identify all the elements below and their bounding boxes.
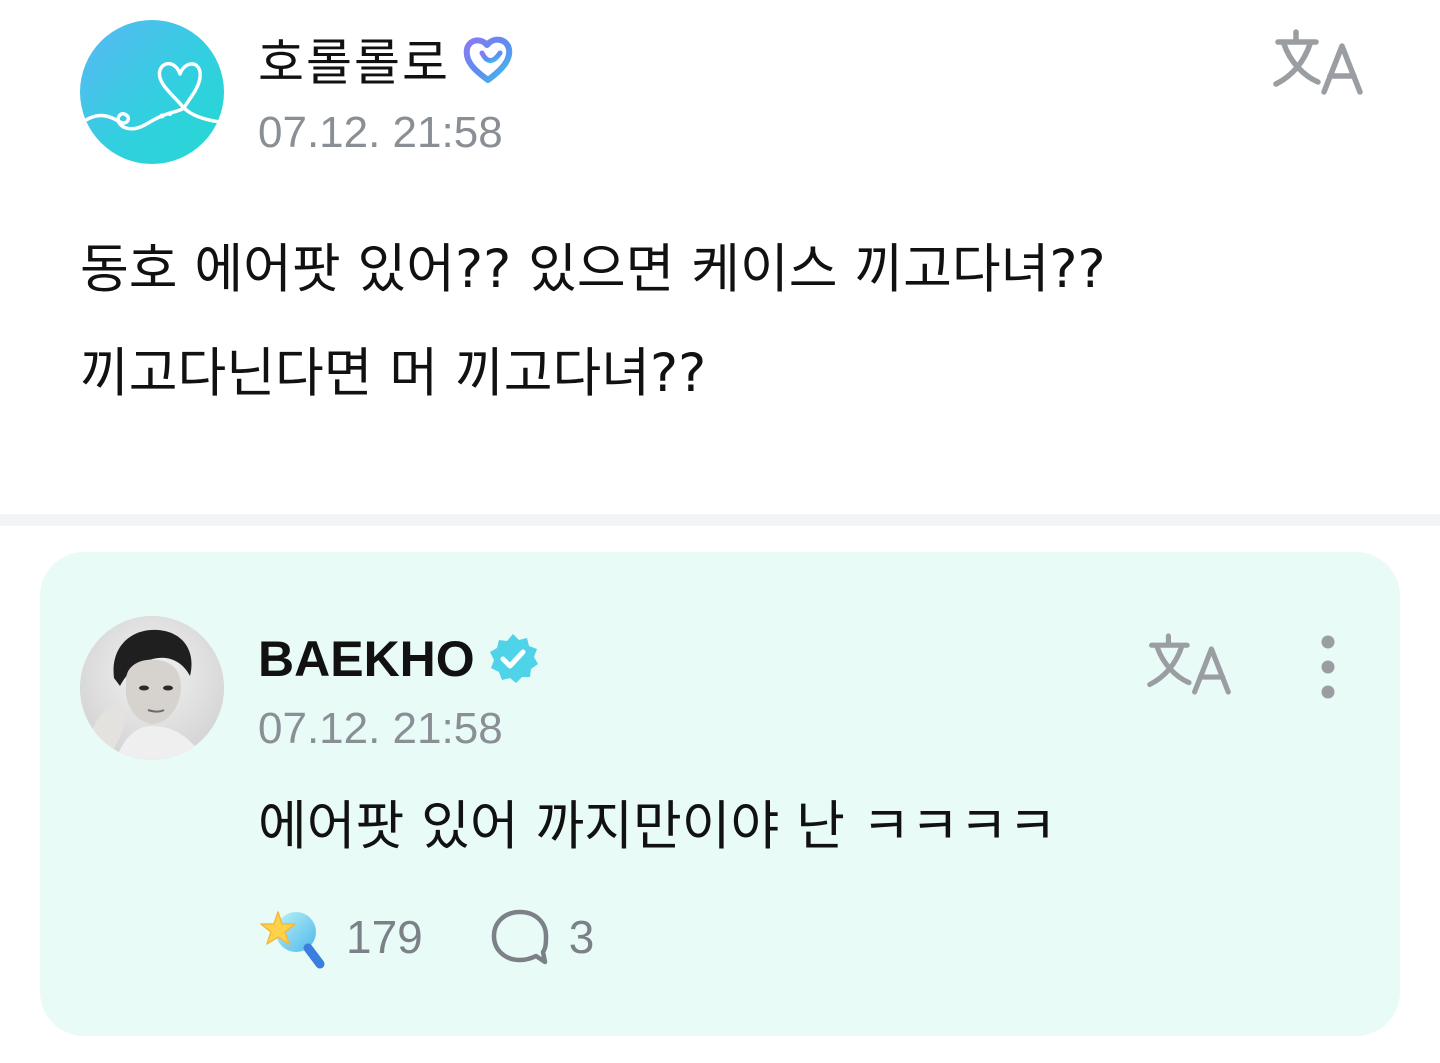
artist-avatar[interactable] [80, 616, 224, 760]
artist-name-row: BAEKHO [258, 628, 541, 690]
section-divider [0, 514, 1440, 526]
fan-post: 호롤롤로 07.12. 21:58 동호 에어팟 있어?? 있으면 케이스 끼고… [0, 0, 1440, 514]
lightstick-like-icon [260, 911, 325, 969]
more-vertical-icon[interactable] [1310, 632, 1346, 702]
fan-post-body: 동호 에어팟 있어?? 있으면 케이스 끼고다녀?? 끼고다닌다면 머 끼고다녀… [80, 239, 1106, 404]
artist-reply-card: BAEKHO 07.12. 21:58 에어팟 있어 까지만이야 난 ㅋㅋㅋㅋ [40, 552, 1400, 1036]
comment-bubble-icon [491, 909, 548, 965]
fan-heart-badge-icon [463, 36, 513, 83]
like-button[interactable]: 179 [258, 902, 423, 972]
fan-name-row: 호롤롤로 [258, 28, 516, 92]
fan-avatar[interactable] [80, 20, 224, 164]
artist-reply-body: 에어팟 있어 까지만이야 난 ㅋㅋㅋㅋ [258, 796, 1057, 857]
comment-count: 3 [568, 911, 595, 963]
verified-check-icon [489, 634, 538, 683]
reply-actions: 179 3 [258, 902, 594, 972]
fan-post-timestamp: 07.12. 21:58 [258, 108, 503, 157]
like-count: 179 [346, 911, 423, 963]
translate-icon[interactable] [1146, 630, 1232, 696]
weverse-post-page: 호롤롤로 07.12. 21:58 동호 에어팟 있어?? 있으면 케이스 끼고… [0, 0, 1440, 1063]
heart-doodle-icon [84, 61, 222, 131]
artist-photo-icon [80, 616, 224, 760]
artist-author-name[interactable]: BAEKHO [258, 630, 475, 688]
fan-author-name[interactable]: 호롤롤로 [258, 23, 450, 95]
translate-icon[interactable] [1272, 26, 1364, 96]
comment-button[interactable]: 3 [423, 906, 595, 968]
artist-reply-timestamp: 07.12. 21:58 [258, 704, 503, 753]
